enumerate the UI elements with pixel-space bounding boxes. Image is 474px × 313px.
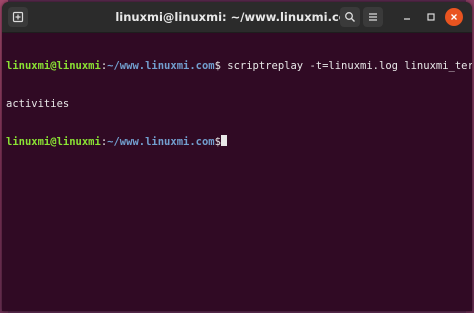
title-bar[interactable]: linuxmi@linuxmi: ~/www.linuxmi.com	[2, 2, 472, 33]
command-text: scriptreplay -t=linuxmi.log linuxmi_term…	[227, 60, 472, 72]
search-button[interactable]	[340, 7, 360, 27]
close-button[interactable]	[445, 8, 463, 26]
maximize-icon	[427, 13, 435, 21]
terminal-output[interactable]: linuxmi@linuxmi:~/www.linuxmi.com$ scrip…	[2, 33, 472, 176]
terminal-line: linuxmi@linuxmi:~/www.linuxmi.com$	[6, 135, 468, 149]
terminal-line: linuxmi@linuxmi:~/www.linuxmi.com$ scrip…	[6, 60, 472, 73]
terminal-window: linuxmi@linuxmi: ~/www.linuxmi.com linux…	[2, 2, 472, 311]
menu-button[interactable]	[363, 7, 383, 27]
minimize-button[interactable]	[397, 7, 417, 27]
hamburger-menu-icon	[369, 13, 377, 21]
terminal-line: activities	[6, 97, 70, 110]
new-tab-icon	[12, 11, 24, 23]
terminal-cursor	[220, 135, 227, 146]
close-icon	[451, 14, 457, 20]
maximize-button[interactable]	[421, 7, 441, 27]
prompt-path: ~/www.linuxmi.com	[107, 136, 215, 148]
new-tab-button[interactable]	[8, 7, 28, 27]
prompt-user: linuxmi@linuxmi	[6, 60, 101, 72]
search-icon	[345, 12, 355, 22]
minimize-icon	[404, 18, 410, 20]
prompt-user: linuxmi@linuxmi	[6, 136, 101, 148]
prompt-path: ~/www.linuxmi.com	[107, 60, 215, 72]
